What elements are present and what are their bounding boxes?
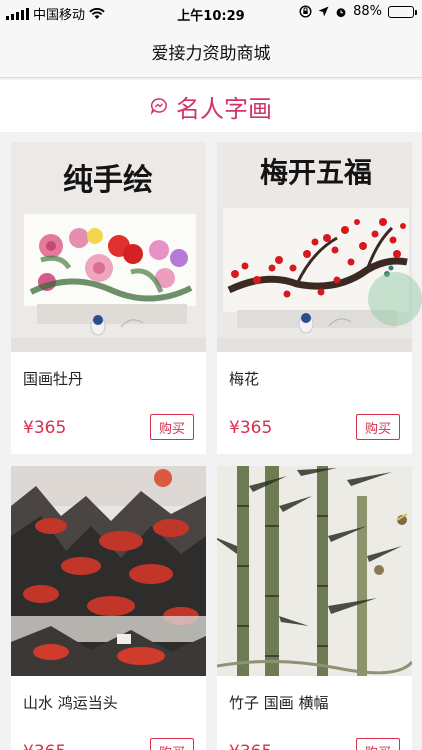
buy-button[interactable]: 购买	[150, 414, 194, 440]
product-name[interactable]: 竹子 国画 横幅	[229, 692, 329, 713]
product-image-landscape[interactable]	[11, 466, 206, 676]
product-name[interactable]: 梅花	[229, 368, 259, 389]
product-grid: 纯手绘 国画牡丹 ¥365 购买 梅开五福 梅花 ¥365 购买 山水 鸿运当头…	[11, 142, 412, 750]
product-price: ¥365	[23, 742, 66, 750]
product-card[interactable]: 纯手绘 国画牡丹 ¥365 购买	[11, 142, 206, 454]
page-title: 爱接力资助商城	[151, 44, 271, 64]
alarm-icon	[336, 7, 346, 17]
location-icon	[318, 6, 329, 17]
section-header: 名人字画	[0, 80, 422, 132]
product-price: ¥365	[23, 418, 67, 438]
product-image-bamboo[interactable]	[217, 466, 412, 676]
section-title: 名人字画	[176, 94, 272, 123]
buy-button[interactable]: 购买	[356, 738, 400, 750]
chat-bubble-icon	[150, 98, 167, 115]
buy-button[interactable]: 购买	[356, 414, 400, 440]
product-card[interactable]: 竹子 国画 横幅 ¥365 购买	[217, 466, 412, 750]
nav-bar: 爱接力资助商城	[0, 26, 422, 78]
product-name[interactable]: 山水 鸿运当头	[23, 692, 118, 713]
banner-text: 纯手绘	[63, 163, 153, 198]
orientation-lock-icon	[299, 5, 312, 18]
product-card[interactable]: 山水 鸿运当头 ¥365 购买	[11, 466, 206, 750]
product-price: ¥365	[229, 742, 272, 750]
banner-text: 梅开五福	[260, 156, 372, 189]
status-bar: 中国移动 上午10:29 88%	[0, 0, 422, 26]
assistive-touch-indicator[interactable]	[368, 272, 422, 326]
product-name[interactable]: 国画牡丹	[23, 368, 83, 389]
product-image-peony[interactable]: 纯手绘	[11, 142, 206, 352]
battery-percent: 88%	[353, 4, 382, 19]
battery-icon	[388, 5, 417, 18]
product-price: ¥365	[229, 418, 273, 438]
status-right: 88%	[299, 4, 417, 19]
buy-button[interactable]: 购买	[150, 738, 194, 750]
